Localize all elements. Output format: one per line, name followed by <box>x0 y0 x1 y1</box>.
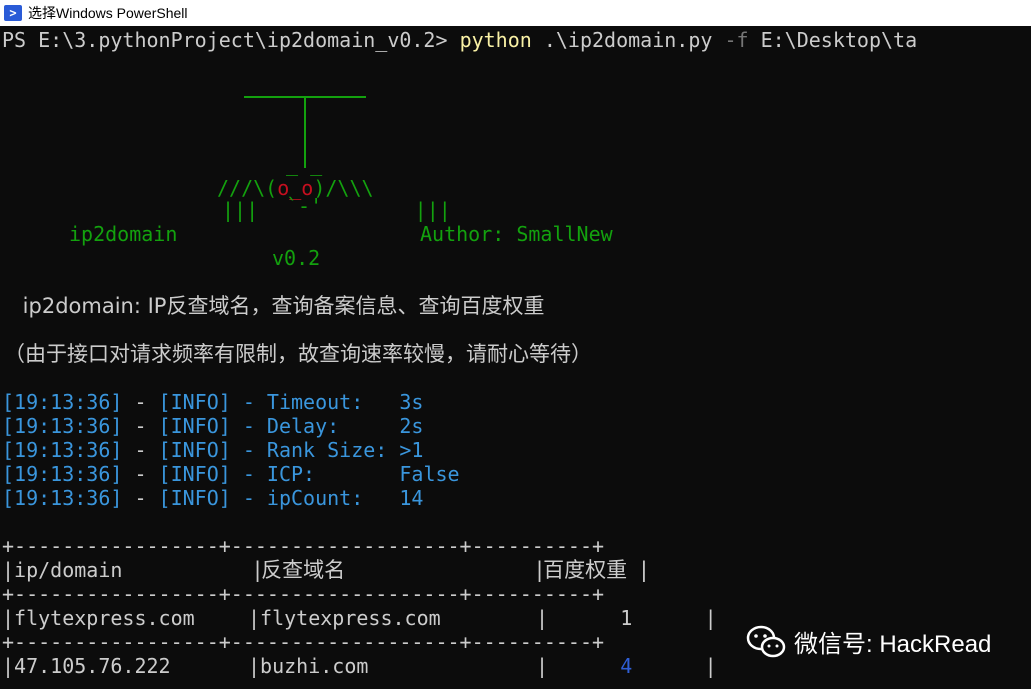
log-level: [INFO] <box>158 438 231 462</box>
table-header-rank-label: 百度权重 <box>543 558 628 582</box>
log-level: [INFO] <box>158 390 231 414</box>
log-level: [INFO] <box>158 486 231 510</box>
log-level: [INFO] <box>158 462 231 486</box>
table-cell-rank: | 4 | <box>536 654 717 678</box>
log-dash: - <box>230 462 267 486</box>
table-header-ip: ip/domain <box>14 558 123 582</box>
table-header-domain-label: 反查域名 <box>261 558 346 582</box>
log-sep: - <box>122 414 159 438</box>
banner-art-face-top: _ _ <box>286 152 323 176</box>
banner-version: v0.2 <box>272 246 321 270</box>
log-value: >1 <box>399 438 424 462</box>
banner-art-row2: ||| ||| <box>222 198 451 222</box>
table-border-top: +-----------------+-------------------+-… <box>2 534 605 558</box>
table-cell-rank-value: 4 <box>620 654 633 678</box>
log-line: [19:13:36] - [INFO] - Delay: 2s <box>2 414 423 438</box>
banner-name: ip2domain <box>69 222 178 246</box>
table-cell-domain-value: buzhi.com <box>260 654 369 678</box>
log-line: [19:13:36] - [INFO] - Rank Size: >1 <box>2 438 423 462</box>
log-dash: - <box>230 486 267 510</box>
log-line: [19:13:36] - [INFO] - ipCount: 14 <box>2 486 423 510</box>
table-cell-ip: flytexpress.com <box>14 606 195 630</box>
log-key: ICP: <box>266 462 400 486</box>
command-path-arg: E:\Desktop\ta <box>748 28 918 52</box>
command-flag: -f <box>724 28 749 52</box>
log-dash: - <box>230 414 267 438</box>
table-header-rank: |百度权重 | <box>536 558 648 582</box>
powershell-icon: > <box>4 5 22 21</box>
banner-art-legs-left: ///\( <box>217 176 278 200</box>
log-value: False <box>399 462 460 486</box>
watermark-text: 微信号: HackRead <box>794 631 992 658</box>
log-time: [19:13:36] <box>2 414 123 438</box>
log-key: Rank Size: <box>266 438 400 462</box>
log-value: 2s <box>399 414 424 438</box>
log-level: [INFO] <box>158 414 231 438</box>
prompt-line: PS E:\3.pythonProject\ip2domain_v0.2> py… <box>2 28 917 52</box>
terminal-output[interactable]: PS E:\3.pythonProject\ip2domain_v0.2> py… <box>0 26 1031 689</box>
table-header-domain: |反查域名 <box>254 558 346 582</box>
banner-author: Author: SmallNew <box>420 222 613 246</box>
log-time: [19:13:36] <box>2 462 123 486</box>
wechat-icon <box>746 625 786 657</box>
log-value: 3s <box>399 390 424 414</box>
log-time: [19:13:36] <box>2 486 123 510</box>
log-dash: - <box>230 390 267 414</box>
log-time: [19:13:36] <box>2 438 123 462</box>
window-title: 选择Windows PowerShell <box>28 5 188 21</box>
command-arg: .\ip2domain.py <box>531 28 725 52</box>
log-sep: - <box>122 390 159 414</box>
table-cell-domain: |buzhi.com <box>248 654 369 678</box>
table-border-mid: +-----------------+-------------------+-… <box>2 582 605 606</box>
table-cell-domain-value: flytexpress.com <box>260 606 441 630</box>
log-line: [19:13:36] - [INFO] - ICP: False <box>2 462 460 486</box>
log-sep: - <box>122 462 159 486</box>
table-cell-rank: | 1 | <box>536 606 717 630</box>
table-row: |flytexpress.com <box>2 606 195 630</box>
log-key: ipCount: <box>266 486 400 510</box>
window-titlebar[interactable]: > 选择Windows PowerShell <box>0 0 1031 26</box>
command-name: python <box>459 28 532 52</box>
log-sep: - <box>122 486 159 510</box>
log-sep: - <box>122 438 159 462</box>
rate-limit-note: （由于接口对请求频率有限制，故查询速率较慢，请耐心等待） <box>4 342 592 366</box>
log-dash: - <box>230 438 267 462</box>
table-cell-domain: |flytexpress.com <box>248 606 441 630</box>
table-cell-rank-value: 1 <box>620 606 633 630</box>
log-time: [19:13:36] <box>2 390 123 414</box>
log-key: Delay: <box>266 414 400 438</box>
log-key: Timeout: <box>266 390 400 414</box>
log-line: [19:13:36] - [INFO] - Timeout: 3s <box>2 390 423 414</box>
wechat-watermark: 微信号: HackRead <box>738 624 1000 659</box>
table-cell-ip: 47.105.76.222 <box>14 654 171 678</box>
table-row: |47.105.76.222 <box>2 654 171 678</box>
tool-description: ip2domain: IP反查域名，查询备案信息、查询百度权重 <box>16 294 545 318</box>
prompt-path: PS E:\3.pythonProject\ip2domain_v0.2> <box>2 28 460 52</box>
table-header-row: |ip/domain <box>2 558 123 582</box>
table-border-row: +-----------------+-------------------+-… <box>2 630 605 654</box>
banner-art-legs-right: )/\\\ <box>313 176 374 200</box>
log-value: 14 <box>399 486 424 510</box>
